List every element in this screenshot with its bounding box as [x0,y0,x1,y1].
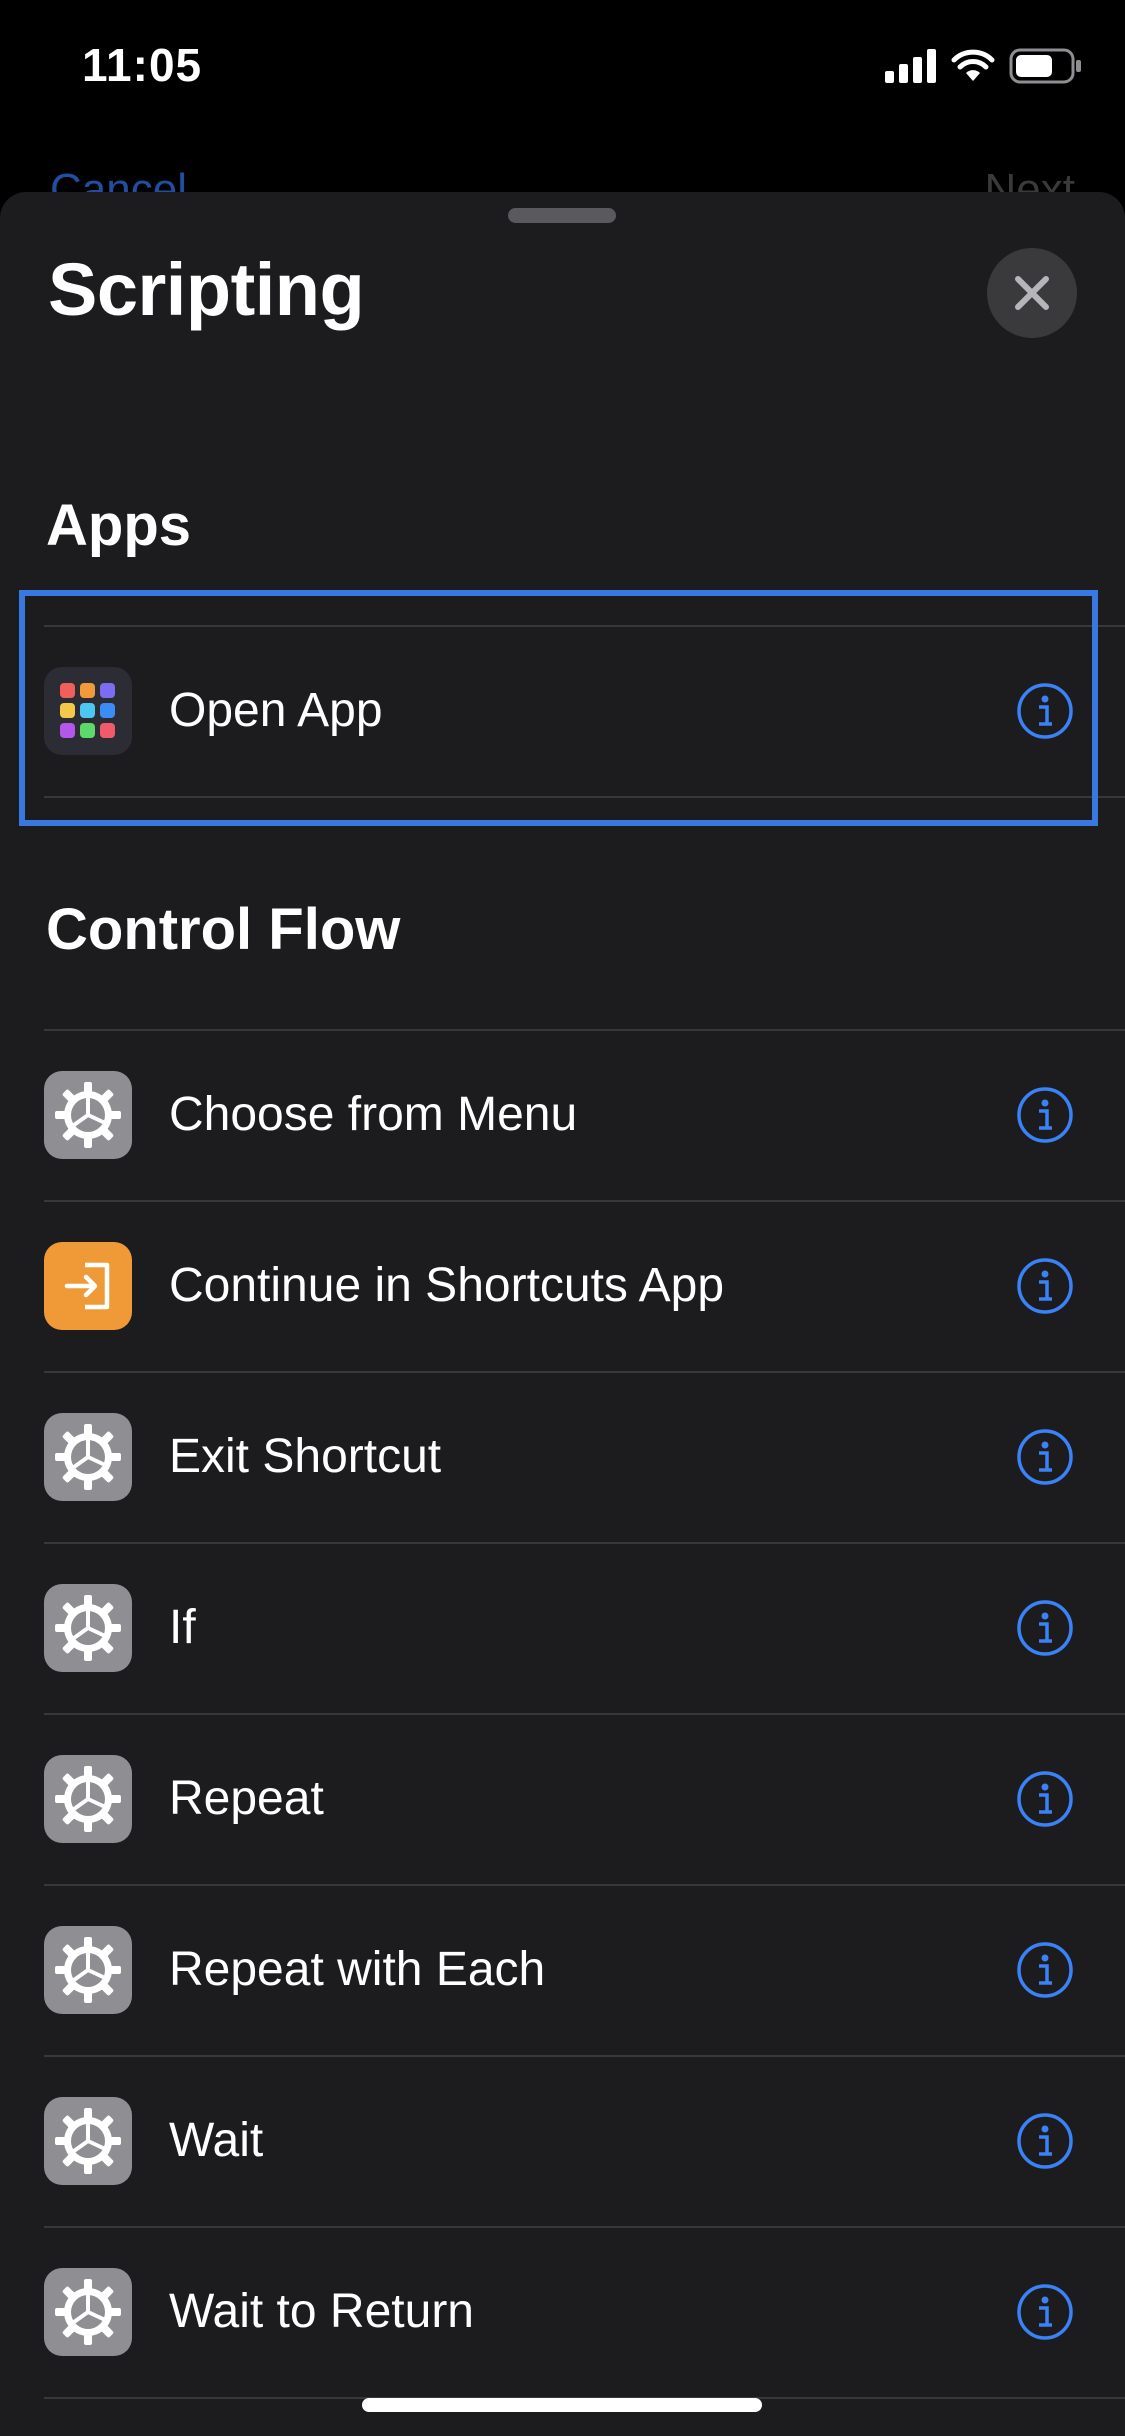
action-row-choose-from-menu[interactable]: Choose from Menu [44,1029,1125,1200]
info-icon[interactable] [1016,1599,1074,1657]
close-button[interactable] [987,248,1077,338]
close-icon [1015,276,1049,310]
battery-icon [1009,48,1081,84]
row-divider [44,625,1125,627]
action-row-wait-to-return[interactable]: Wait to Return [44,2226,1125,2397]
gear-icon [44,1413,132,1501]
action-row-exit-shortcut[interactable]: Exit Shortcut [44,1371,1125,1542]
row-divider-bottom [44,796,1125,800]
sheet-title: Scripting [48,248,365,331]
action-label: Wait [169,2114,264,2167]
gear-icon [44,2097,132,2185]
sheet-grabber[interactable] [508,208,616,223]
info-icon[interactable] [1016,1257,1074,1315]
info-icon[interactable] [1016,1428,1074,1486]
app-grid-icon [44,667,132,755]
section-header-control-flow: Control Flow [46,897,401,962]
gear-icon [44,2268,132,2356]
action-label: Repeat with Each [169,1943,546,1996]
info-icon[interactable] [1016,2283,1074,2341]
gear-icon [44,1926,132,2014]
action-row-wait[interactable]: Wait [44,2055,1125,2226]
home-indicator[interactable] [362,2398,762,2412]
action-label: Open App [169,684,383,737]
cellular-signal-icon [885,49,936,83]
section-header-apps: Apps [46,493,191,558]
status-time: 11:05 [82,39,203,91]
scripting-sheet: Scripting Apps Open App Control Flow Cho… [0,192,1125,2436]
action-row-continue-in-shortcuts-app[interactable]: Continue in Shortcuts App [44,1200,1125,1371]
action-label: Exit Shortcut [169,1430,442,1483]
info-icon[interactable] [1016,682,1074,740]
info-icon[interactable] [1016,1086,1074,1144]
status-bar: 11:05 [0,0,1125,140]
action-label: If [169,1601,196,1654]
action-label: Continue in Shortcuts App [169,1259,725,1312]
status-icons [885,48,1083,84]
action-label: Choose from Menu [169,1088,578,1141]
gear-icon [44,1755,132,1843]
gear-icon [44,1584,132,1672]
info-icon[interactable] [1016,1941,1074,1999]
action-row-open-app[interactable]: Open App [44,625,1125,796]
info-icon[interactable] [1016,1770,1074,1828]
info-icon[interactable] [1016,2112,1074,2170]
action-label: Wait to Return [169,2285,474,2338]
enter-arrow-icon [44,1242,132,1330]
action-row-repeat[interactable]: Repeat [44,1713,1125,1884]
action-row-repeat-with-each[interactable]: Repeat with Each [44,1884,1125,2055]
gear-icon [44,1071,132,1159]
action-row-if[interactable]: If [44,1542,1125,1713]
action-label: Repeat [169,1772,324,1825]
wifi-icon [951,49,995,81]
